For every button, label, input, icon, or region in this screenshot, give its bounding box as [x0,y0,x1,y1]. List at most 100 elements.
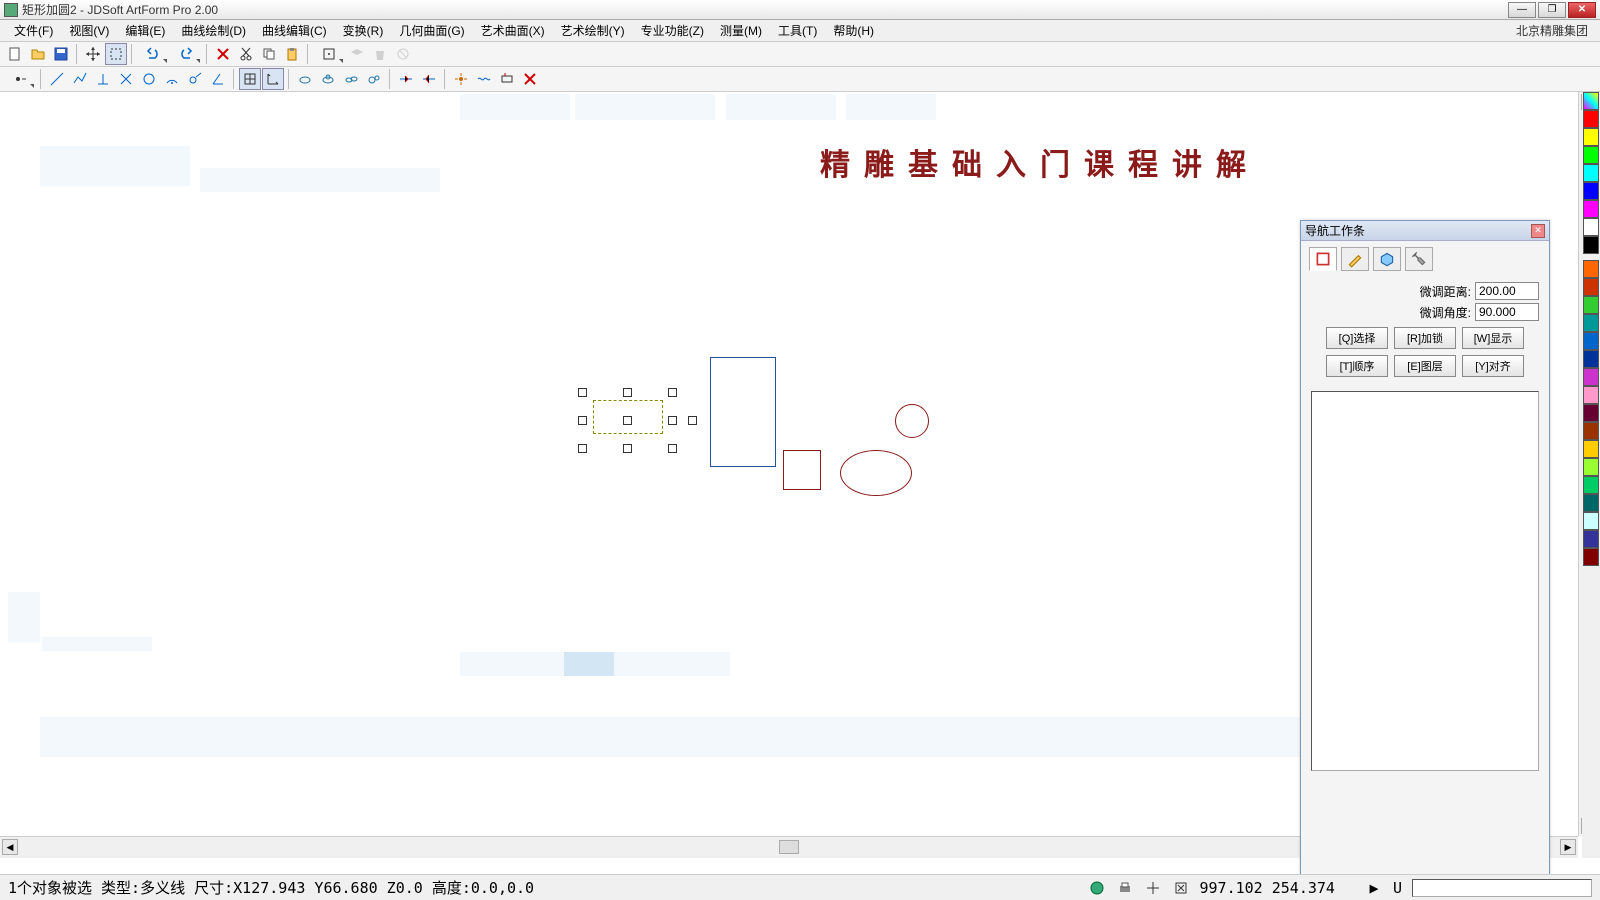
handle-e2[interactable] [688,416,697,425]
snap-dropdown[interactable] [313,43,345,65]
nav-tab-edit[interactable] [1341,247,1369,271]
angle-tool[interactable] [207,68,229,90]
status-input[interactable] [1412,879,1592,897]
swatch[interactable] [1583,260,1599,278]
swatch[interactable] [1583,110,1599,128]
open-file-button[interactable] [27,43,49,65]
nav-btn-lock[interactable]: [R]加锁 [1394,327,1456,349]
handle-nw[interactable] [578,388,587,397]
move-tool-button[interactable] [82,43,104,65]
menu-art-surface[interactable]: 艺术曲面(X) [473,20,553,41]
swatch[interactable] [1583,164,1599,182]
swatch[interactable] [1583,368,1599,386]
perpendicular-tool[interactable] [92,68,114,90]
redo-button[interactable] [170,43,202,65]
swatch[interactable] [1583,530,1599,548]
shape-rectangle-red[interactable] [783,450,821,490]
intersect-tool[interactable] [115,68,137,90]
grid-tool[interactable] [239,68,261,90]
swatch[interactable] [1583,332,1599,350]
swatch[interactable] [1583,146,1599,164]
circle-tool[interactable] [138,68,160,90]
polyline-tool[interactable] [69,68,91,90]
swatch[interactable] [1583,200,1599,218]
handle-sw[interactable] [578,444,587,453]
menu-pro-func[interactable]: 专业功能(Z) [633,20,712,41]
swatch[interactable] [1583,314,1599,332]
nav-tab-3d[interactable] [1373,247,1401,271]
handle-se[interactable] [668,444,677,453]
explode-tool[interactable] [450,68,472,90]
swatch[interactable] [1583,476,1599,494]
handle-c[interactable] [623,416,632,425]
shape-ellipse[interactable] [840,450,912,496]
cloud2-tool[interactable] [317,68,339,90]
nav-tab-tool[interactable] [1405,247,1433,271]
nav-close-button[interactable]: ✕ [1531,224,1545,238]
menu-curve-edit[interactable]: 曲线编辑(C) [254,20,335,41]
tangent-tool[interactable] [184,68,206,90]
scroll-right-icon[interactable]: ▶ [1560,839,1576,855]
swatch[interactable] [1583,494,1599,512]
cloud4-tool[interactable] [363,68,385,90]
break-tool[interactable] [473,68,495,90]
trim1-tool[interactable] [395,68,417,90]
nav-btn-layer[interactable]: [E]图层 [1394,355,1456,377]
shape-circle[interactable] [895,404,929,438]
swatch[interactable] [1583,278,1599,296]
arc-tool[interactable] [161,68,183,90]
maximize-button[interactable]: ❐ [1538,2,1566,18]
nav-btn-display[interactable]: [W]显示 [1462,327,1524,349]
swatch[interactable] [1583,404,1599,422]
swatch[interactable] [1583,422,1599,440]
swatch[interactable] [1583,386,1599,404]
axis-tool[interactable] [262,68,284,90]
new-file-button[interactable] [4,43,26,65]
swatch[interactable] [1583,296,1599,314]
menu-geom-surface[interactable]: 几何曲面(G) [391,20,472,41]
minimize-button[interactable]: — [1508,2,1536,18]
close-button[interactable]: ✕ [1568,2,1596,18]
nav-tab-select[interactable] [1309,247,1337,271]
copy-button[interactable] [258,43,280,65]
abort-button[interactable] [392,43,414,65]
cloud3-tool[interactable] [340,68,362,90]
menu-help[interactable]: 帮助(H) [825,20,882,41]
shape-rectangle-blue[interactable] [710,357,776,467]
menu-tools[interactable]: 工具(T) [770,20,825,41]
menu-transform[interactable]: 变换(R) [335,20,392,41]
print-icon[interactable] [1116,879,1134,897]
box-x-icon[interactable] [1172,879,1190,897]
swatch[interactable] [1583,440,1599,458]
menu-art-draw[interactable]: 艺术绘制(Y) [553,20,633,41]
nav-btn-order[interactable]: [T]顺序 [1326,355,1388,377]
menu-file[interactable]: 文件(F) [6,20,61,41]
crosshair-icon[interactable] [1144,879,1162,897]
angle-input[interactable] [1475,303,1539,321]
menu-curve-draw[interactable]: 曲线绘制(D) [173,20,254,41]
menu-edit[interactable]: 编辑(E) [117,20,173,41]
handle-n[interactable] [623,388,632,397]
swatch[interactable] [1583,128,1599,146]
swatch[interactable] [1583,350,1599,368]
line-tool[interactable] [46,68,68,90]
handle-s[interactable] [623,444,632,453]
menu-measure[interactable]: 测量(M) [712,20,770,41]
cloud1-tool[interactable] [294,68,316,90]
nav-titlebar[interactable]: 导航工作条 ✕ [1301,221,1549,241]
save-button[interactable] [50,43,72,65]
swatch[interactable] [1583,218,1599,236]
menu-view[interactable]: 视图(V) [61,20,117,41]
palette-picker-icon[interactable] [1583,92,1599,110]
select-tool-button[interactable] [105,43,127,65]
nav-btn-select[interactable]: [Q]选择 [1326,327,1388,349]
point-tool[interactable] [4,68,36,90]
play-icon[interactable]: ▶ [1365,879,1383,897]
swatch[interactable] [1583,548,1599,566]
dist-input[interactable] [1475,282,1539,300]
layers-button[interactable] [346,43,368,65]
remove-tool[interactable] [519,68,541,90]
hscroll-thumb[interactable] [779,840,799,854]
nav-btn-align[interactable]: [Y]对齐 [1462,355,1524,377]
insert-tool[interactable] [496,68,518,90]
